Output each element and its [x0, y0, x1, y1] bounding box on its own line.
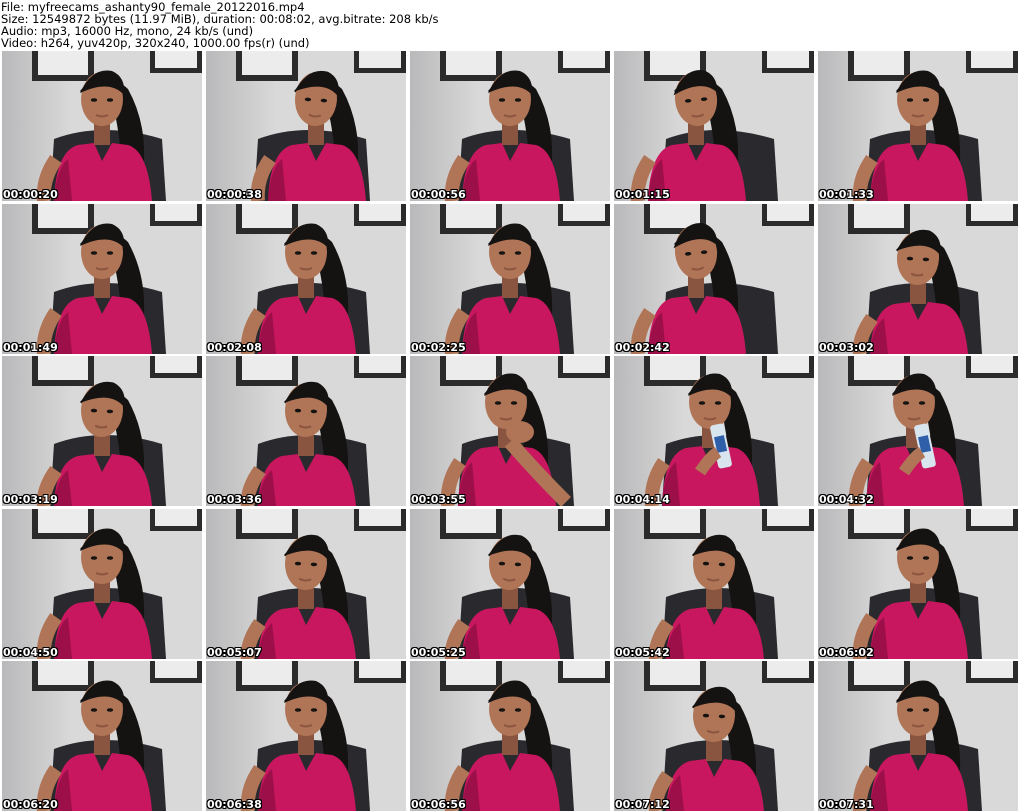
frame-timestamp: 00:06:38 [207, 798, 262, 811]
frame-timestamp: 00:06:02 [819, 645, 874, 659]
frame-image [818, 51, 1018, 201]
frame-image [2, 661, 202, 811]
frame-timestamp: 00:04:14 [615, 493, 670, 506]
frame-timestamp: 00:02:25 [411, 340, 466, 354]
frame-timestamp: 00:06:56 [411, 798, 466, 811]
video-frame-thumbnail: 00:06:38 [206, 661, 406, 811]
frame-image [2, 51, 202, 201]
video-frame-thumbnail: 00:00:56 [410, 51, 610, 201]
video-frame-thumbnail: 00:06:56 [410, 661, 610, 811]
frame-image [818, 661, 1018, 811]
frame-image [410, 661, 610, 811]
frame-image [206, 203, 406, 354]
frame-image [410, 51, 610, 201]
video-frame-thumbnail: 00:02:42 [614, 203, 814, 354]
video-frame-thumbnail: 00:05:07 [206, 508, 406, 659]
frame-timestamp: 00:06:20 [3, 798, 58, 811]
frame-image [2, 508, 202, 659]
frame-image [410, 508, 610, 659]
frame-image [410, 203, 610, 354]
video-frame-thumbnail: 00:03:02 [818, 203, 1018, 354]
frame-image [614, 356, 814, 506]
frame-image [206, 51, 406, 201]
frame-timestamp: 00:03:36 [207, 493, 262, 506]
video-frame-thumbnail: 00:03:55 [410, 356, 610, 506]
video-frame-thumbnail: 00:03:36 [206, 356, 406, 506]
frame-timestamp: 00:02:08 [207, 340, 262, 354]
frame-image [818, 203, 1018, 354]
frame-image [206, 661, 406, 811]
frame-image [614, 508, 814, 659]
frame-image [2, 203, 202, 354]
frame-timestamp: 00:01:33 [819, 188, 874, 201]
video-frame-thumbnail: 00:03:19 [2, 356, 202, 506]
frame-image [818, 508, 1018, 659]
file-info-header: File: myfreecams_ashanty90_female_201220… [0, 0, 1024, 50]
frame-image [2, 356, 202, 506]
frame-timestamp: 00:07:12 [615, 798, 670, 811]
video-frame-thumbnail: 00:05:42 [614, 508, 814, 659]
frame-timestamp: 00:05:07 [207, 645, 262, 659]
video-frame-thumbnail: 00:07:12 [614, 661, 814, 811]
frame-timestamp: 00:00:20 [3, 188, 58, 201]
video-frame-thumbnail: 00:00:20 [2, 51, 202, 201]
frame-timestamp: 00:04:50 [3, 645, 58, 659]
video-frame-thumbnail: 00:01:33 [818, 51, 1018, 201]
video-frame-thumbnail: 00:00:38 [206, 51, 406, 201]
video-frame-thumbnail: 00:04:14 [614, 356, 814, 506]
frame-image [206, 356, 406, 506]
video-frame-thumbnail: 00:07:31 [818, 661, 1018, 811]
video-frame-thumbnail: 00:01:15 [614, 51, 814, 201]
frame-image [818, 356, 1018, 506]
frame-timestamp: 00:02:42 [615, 340, 670, 354]
frame-image [614, 661, 814, 811]
video-frame-thumbnail: 00:04:32 [818, 356, 1018, 506]
video-frame-thumbnail: 00:04:50 [2, 508, 202, 659]
frame-timestamp: 00:00:38 [207, 188, 262, 201]
video-frame-thumbnail: 00:01:49 [2, 203, 202, 354]
frame-timestamp: 00:04:32 [819, 493, 874, 506]
frame-timestamp: 00:01:49 [3, 340, 58, 354]
video-frame-thumbnail: 00:02:08 [206, 203, 406, 354]
frame-image [206, 508, 406, 659]
frame-timestamp: 00:03:02 [819, 340, 874, 354]
frame-timestamp: 00:03:55 [411, 493, 466, 506]
video-info-line: Video: h264, yuv420p, 320x240, 1000.00 f… [1, 36, 310, 50]
frame-timestamp: 00:00:56 [411, 188, 466, 201]
video-frame-thumbnail: 00:02:25 [410, 203, 610, 354]
video-frame-thumbnail: 00:06:02 [818, 508, 1018, 659]
video-frame-thumbnail: 00:05:25 [410, 508, 610, 659]
frame-image [614, 203, 814, 354]
frame-image [410, 356, 610, 506]
frame-image [614, 51, 814, 201]
frame-timestamp: 00:01:15 [615, 188, 670, 201]
frame-timestamp: 00:03:19 [3, 493, 58, 506]
thumbnail-grid: 00:00:20 00:00:38 00:00:56 00:01:15 00:0… [2, 51, 1022, 811]
frame-timestamp: 00:05:25 [411, 645, 466, 659]
frame-timestamp: 00:07:31 [819, 798, 874, 811]
frame-timestamp: 00:05:42 [615, 645, 670, 659]
video-frame-thumbnail: 00:06:20 [2, 661, 202, 811]
